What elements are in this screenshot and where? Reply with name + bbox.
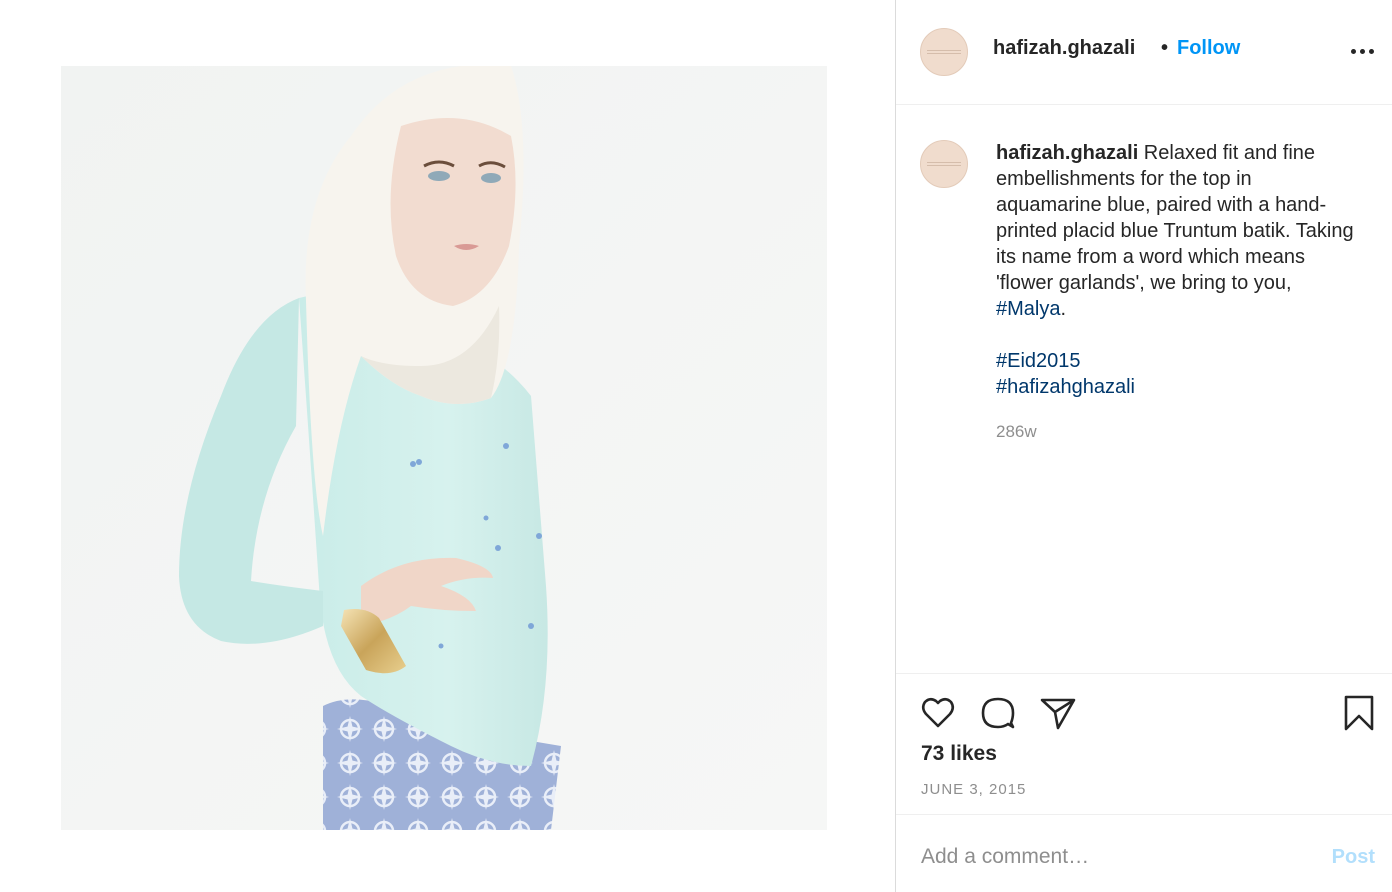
avatar[interactable] (920, 28, 968, 76)
caption-area: hafizah.ghazali Relaxed fit and fine emb… (896, 106, 1392, 674)
header-separator: • (1161, 37, 1169, 59)
post-comment-button[interactable]: Post (1332, 846, 1375, 869)
caption-period: . (1060, 298, 1067, 320)
post-header: hafizah.ghazali • Follow (896, 0, 1392, 105)
caption-username[interactable]: hafizah.ghazali (996, 142, 1138, 164)
hashtag-eid2015[interactable]: #Eid2015 (996, 350, 1081, 372)
hashtag-malya[interactable]: #Malya (996, 298, 1060, 320)
post-side-panel: hafizah.ghazali • Follow hafizah.ghazali… (895, 0, 1392, 892)
heart-icon[interactable] (918, 693, 958, 733)
post-photo-illustration (61, 66, 827, 830)
follow-button[interactable]: Follow (1177, 37, 1240, 60)
avatar[interactable] (920, 140, 968, 188)
caption-age[interactable]: 286w (996, 422, 1037, 442)
more-options-icon[interactable] (1351, 44, 1375, 58)
comment-box: Post (896, 816, 1392, 892)
media-area (0, 0, 895, 892)
post-date[interactable]: JUNE 3, 2015 (921, 781, 1026, 798)
avatar-logo (927, 50, 961, 54)
action-bar: 73 likes JUNE 3, 2015 (896, 675, 1392, 815)
header-username[interactable]: hafizah.ghazali (993, 37, 1135, 60)
comment-bubble-icon[interactable] (978, 693, 1018, 733)
caption-body: Relaxed fit and fine embellishments for … (996, 142, 1354, 294)
caption-text: hafizah.ghazali Relaxed fit and fine emb… (996, 140, 1356, 400)
dot (1360, 49, 1365, 54)
avatar-logo (927, 162, 961, 166)
likes-count[interactable]: 73 likes (921, 742, 997, 766)
post-photo[interactable] (61, 66, 827, 830)
dot (1351, 49, 1356, 54)
hashtag-hafizahghazali[interactable]: #hafizahghazali (996, 376, 1135, 398)
paper-plane-icon[interactable] (1038, 693, 1078, 733)
comment-input[interactable] (921, 842, 1301, 872)
bookmark-icon[interactable] (1339, 693, 1379, 733)
dot (1369, 49, 1374, 54)
